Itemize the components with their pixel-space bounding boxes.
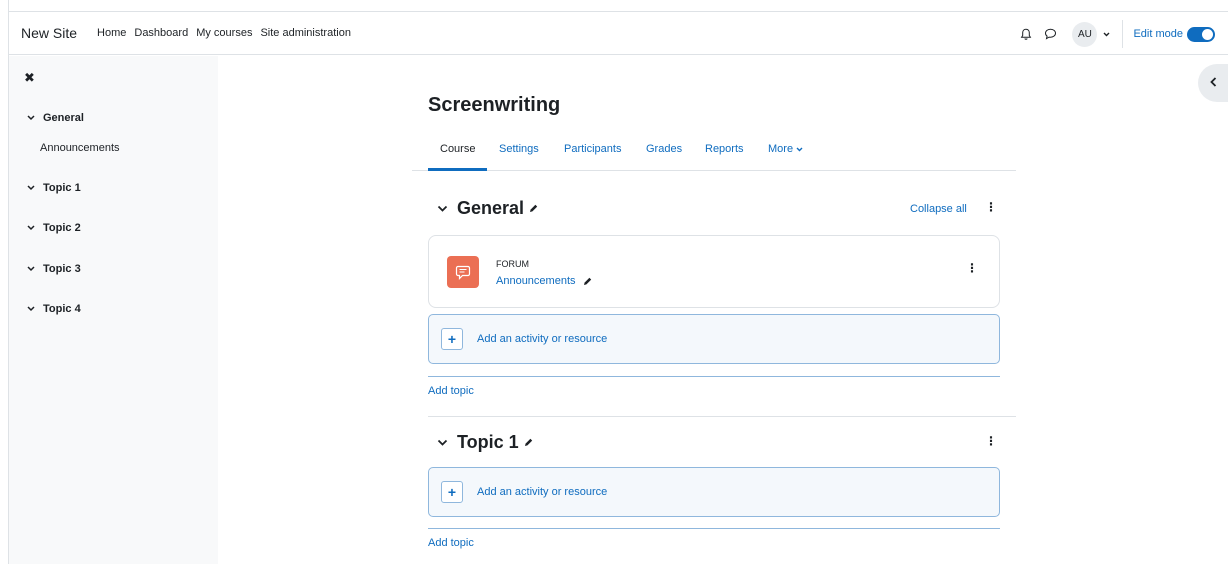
tab-more-label: More bbox=[768, 143, 794, 155]
edit-mode-label[interactable]: Edit mode bbox=[1133, 28, 1183, 40]
activity-card-forum: FORUM Announcements ⋮ bbox=[428, 235, 1000, 308]
course-index-item-announcements[interactable]: Announcements bbox=[40, 142, 120, 154]
add-topic-link[interactable]: Add topic bbox=[428, 537, 474, 549]
course-index-item-topic-4[interactable]: Topic 4 bbox=[27, 303, 81, 315]
course-tabs: Course Settings Participants Grades Repo… bbox=[412, 133, 1016, 171]
course-index-item-label: Topic 3 bbox=[43, 263, 81, 275]
edit-mode-toggle[interactable] bbox=[1187, 26, 1215, 42]
navbar-divider bbox=[1122, 20, 1124, 48]
add-activity-label: Add an activity or resource bbox=[477, 333, 608, 345]
section-divider bbox=[428, 528, 1000, 529]
section-title: General bbox=[457, 198, 525, 218]
plus-icon: + bbox=[441, 328, 463, 350]
navbar-user-area: AU Edit mode bbox=[1018, 12, 1228, 56]
section-title: Topic 1 bbox=[457, 432, 519, 452]
nav-link-my-courses[interactable]: My courses bbox=[196, 27, 252, 39]
forum-icon[interactable] bbox=[447, 256, 479, 288]
section-divider bbox=[428, 376, 1000, 377]
block-drawer-toggle[interactable] bbox=[1198, 64, 1228, 102]
chevron-down-icon[interactable] bbox=[437, 205, 449, 212]
chat-bubble-icon[interactable] bbox=[1042, 26, 1058, 42]
add-activity-label: Add an activity or resource bbox=[477, 486, 608, 498]
add-topic-link[interactable]: Add topic bbox=[428, 385, 474, 397]
activity-link-announcements[interactable]: Announcements bbox=[496, 275, 576, 287]
nav-link-site-administration[interactable]: Site administration bbox=[260, 27, 351, 39]
course-index-item-label: Topic 4 bbox=[43, 303, 81, 315]
avatar[interactable]: AU bbox=[1072, 21, 1098, 47]
tab-participants[interactable]: Participants bbox=[564, 143, 621, 155]
section-menu-icon[interactable]: ⋮ bbox=[985, 434, 997, 448]
section-header-general: General bbox=[437, 198, 539, 219]
chevron-down-icon[interactable] bbox=[27, 115, 37, 121]
section-menu-icon[interactable]: ⋮ bbox=[985, 200, 997, 214]
course-index-item-label: Topic 2 bbox=[43, 222, 81, 234]
activity-type-label: FORUM bbox=[496, 259, 529, 269]
tab-settings[interactable]: Settings bbox=[499, 143, 539, 155]
course-index-item-label: General bbox=[43, 112, 84, 124]
course-index-item-topic-2[interactable]: Topic 2 bbox=[27, 222, 81, 234]
chevron-down-icon[interactable] bbox=[27, 266, 37, 272]
course-index-item-general[interactable]: General bbox=[27, 112, 84, 124]
nav-link-dashboard[interactable]: Dashboard bbox=[134, 27, 188, 39]
section-header-topic-1: Topic 1 bbox=[437, 432, 534, 453]
add-activity-button[interactable]: + Add an activity or resource bbox=[428, 467, 1000, 517]
activity-name: Announcements bbox=[496, 275, 593, 287]
add-activity-button[interactable]: + Add an activity or resource bbox=[428, 314, 1000, 364]
chevron-down-icon[interactable] bbox=[27, 225, 37, 231]
chevron-down-icon bbox=[796, 147, 803, 152]
tab-grades[interactable]: Grades bbox=[646, 143, 682, 155]
pencil-icon[interactable] bbox=[523, 437, 534, 448]
course-index-drawer: ✖ General Announcements Topic 1 Topic 2 … bbox=[9, 56, 218, 564]
chevron-down-icon[interactable] bbox=[27, 306, 37, 312]
pencil-icon[interactable] bbox=[528, 203, 539, 214]
collapse-all-link[interactable]: Collapse all bbox=[910, 203, 967, 215]
activity-menu-icon[interactable]: ⋮ bbox=[966, 261, 978, 275]
pencil-icon[interactable] bbox=[582, 276, 593, 287]
active-tab-indicator bbox=[428, 168, 487, 171]
tab-course[interactable]: Course bbox=[440, 143, 475, 155]
chevron-down-icon[interactable] bbox=[27, 185, 37, 191]
course-index-item-label: Topic 1 bbox=[43, 182, 81, 194]
chevron-left-icon bbox=[1209, 74, 1217, 92]
close-icon[interactable]: ✖ bbox=[24, 70, 35, 86]
top-navbar: New Site Home Dashboard My courses Site … bbox=[9, 11, 1228, 55]
course-index-item-topic-1[interactable]: Topic 1 bbox=[27, 182, 81, 194]
bell-icon[interactable] bbox=[1018, 26, 1034, 42]
chevron-down-icon[interactable] bbox=[437, 439, 449, 446]
page-title: Screenwriting bbox=[428, 94, 561, 116]
course-index-item-topic-3[interactable]: Topic 3 bbox=[27, 263, 81, 275]
plus-icon: + bbox=[441, 481, 463, 503]
chevron-down-icon[interactable] bbox=[1103, 32, 1110, 37]
tab-more[interactable]: More bbox=[768, 143, 803, 155]
section-separator bbox=[428, 416, 1016, 417]
tab-reports[interactable]: Reports bbox=[705, 143, 744, 155]
site-brand[interactable]: New Site bbox=[21, 25, 77, 41]
nav-link-home[interactable]: Home bbox=[97, 27, 126, 39]
